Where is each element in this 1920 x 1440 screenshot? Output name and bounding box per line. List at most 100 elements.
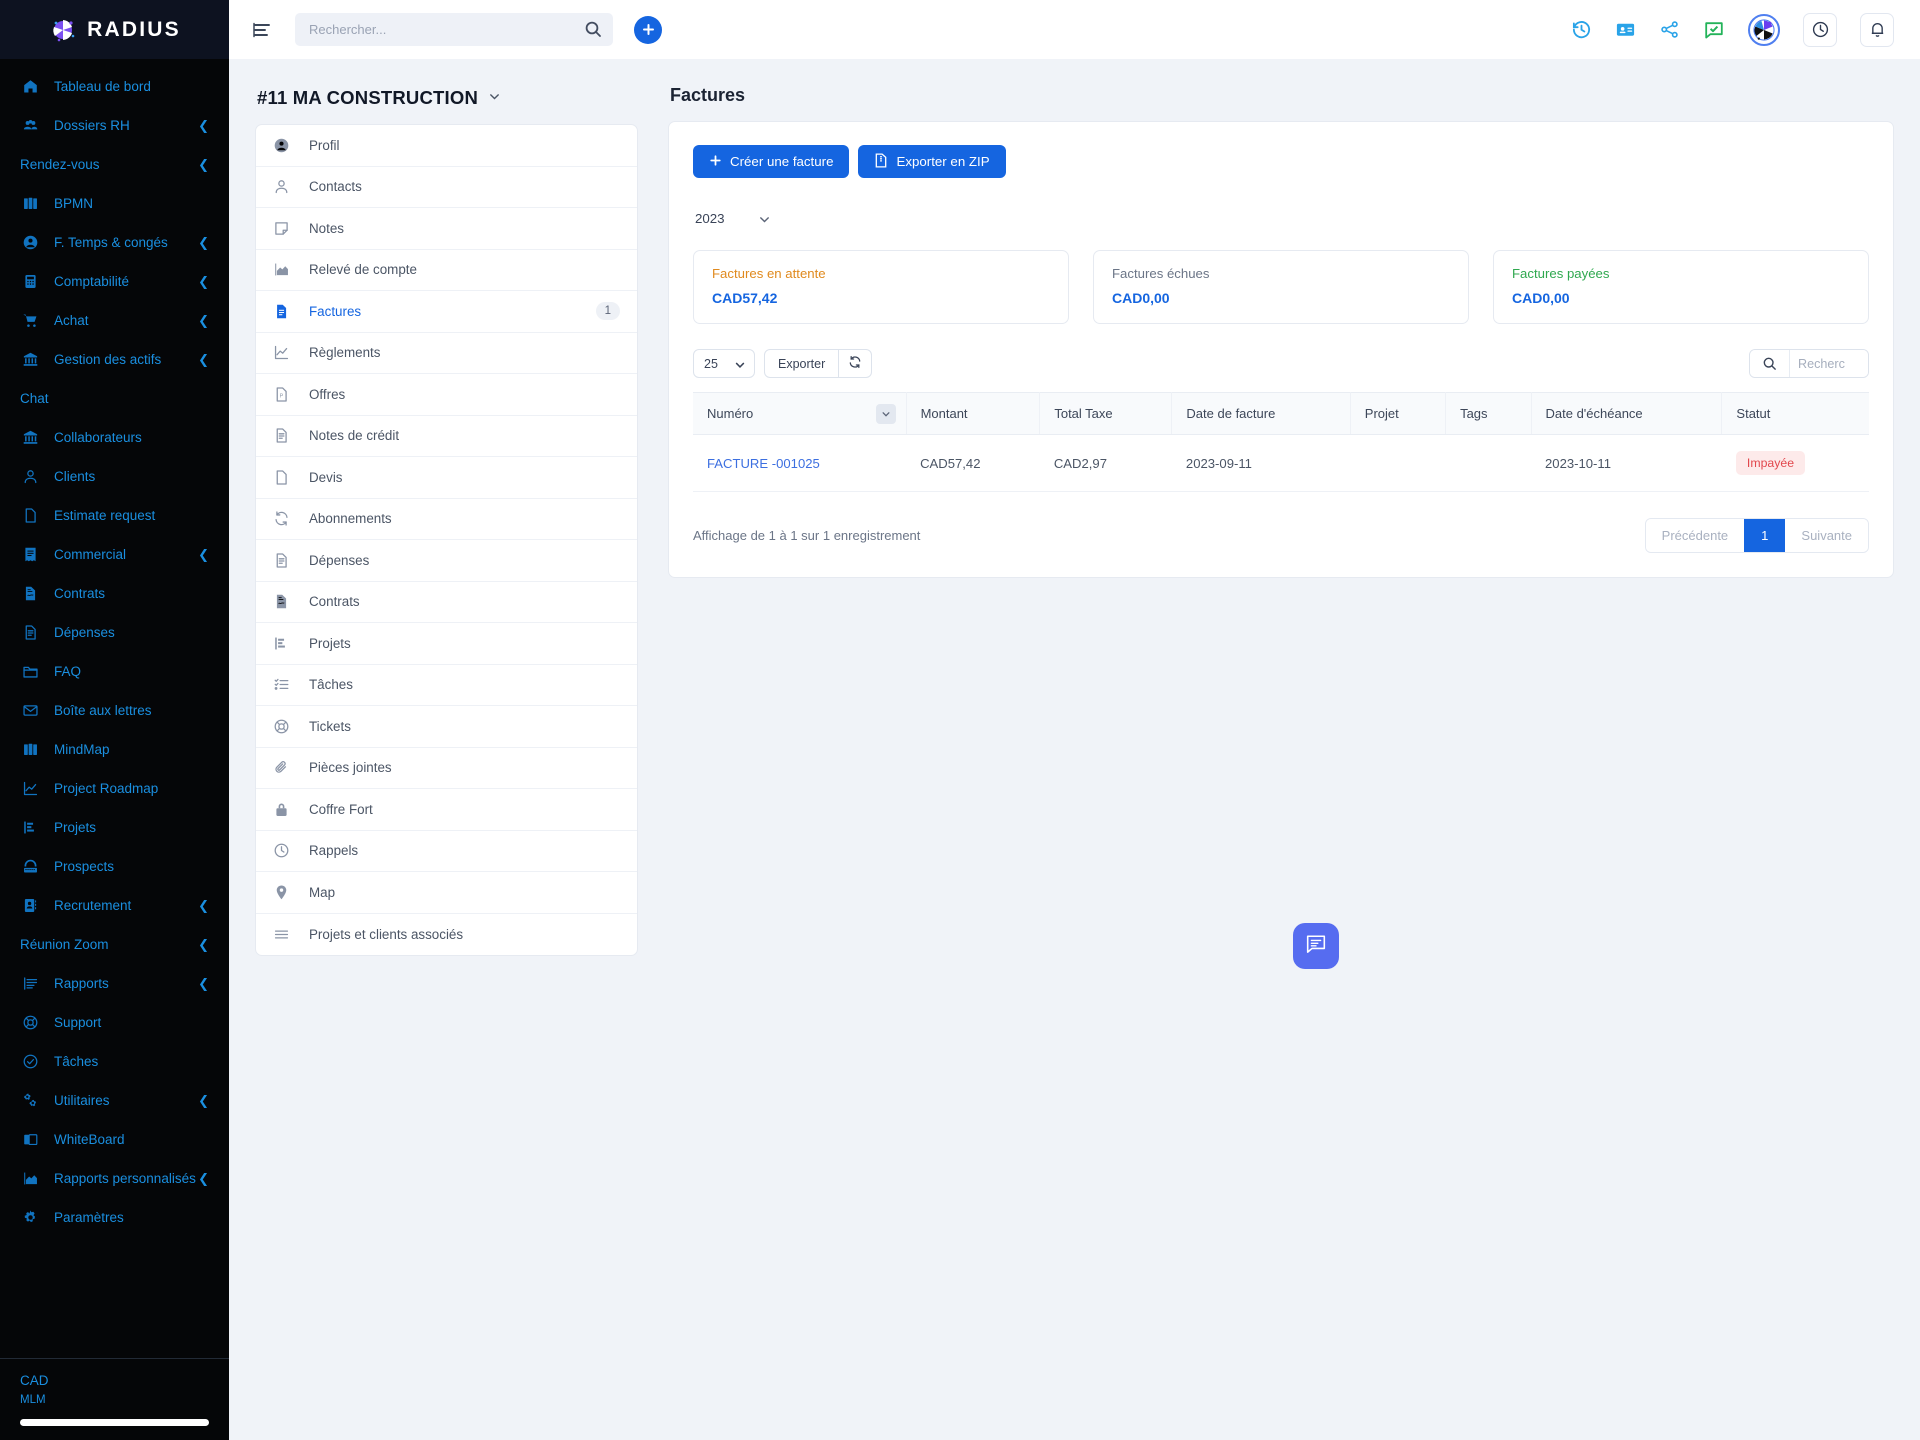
entity-menu-item-profil[interactable]: Profil [256, 125, 637, 167]
entity-menu-item-map[interactable]: Map [256, 872, 637, 914]
sidebar-item-bo-te-aux-lettres[interactable]: Boîte aux lettres [0, 691, 229, 730]
search-icon[interactable] [1750, 350, 1790, 377]
entity-menu-item-offres[interactable]: P Offres [256, 374, 637, 416]
chevron-left-icon[interactable]: ❮ [198, 547, 209, 563]
sidebar-item-recrutement[interactable]: Recrutement ❮ [0, 886, 229, 925]
column-header[interactable]: Tags [1445, 392, 1532, 435]
export-button[interactable]: Exporter [764, 349, 840, 378]
chevron-left-icon[interactable]: ❮ [198, 976, 209, 992]
column-header[interactable]: Date de facture [1171, 392, 1351, 435]
sort-toggle-icon[interactable] [875, 404, 896, 424]
sidebar-item-estimate-request[interactable]: Estimate request [0, 496, 229, 535]
entity-menu-item-tickets[interactable]: Tickets [256, 706, 637, 748]
sidebar-item-commercial[interactable]: Commercial ❮ [0, 535, 229, 574]
entity-menu-item-projets[interactable]: Projets [256, 623, 637, 665]
sidebar-item-gestion-des-actifs[interactable]: Gestion des actifs ❮ [0, 340, 229, 379]
sidebar-item-dossiers-rh[interactable]: Dossiers RH ❮ [0, 106, 229, 145]
sidebar-item-support[interactable]: Support [0, 1003, 229, 1042]
chevron-left-icon[interactable]: ❮ [198, 352, 209, 368]
create-invoice-button[interactable]: Créer une facture [693, 145, 850, 178]
sidebar-item-f-temps-cong-s[interactable]: F. Temps & congés ❮ [0, 223, 229, 262]
table-row[interactable]: FACTURE -001025 CAD57,42 CAD2,97 2023-09-11… [693, 434, 1869, 492]
sidebar-item-chat[interactable]: Chat [0, 379, 229, 418]
entity-menu-item-notes-de-cr-dit[interactable]: Notes de crédit [256, 416, 637, 457]
chat-fab-button[interactable] [1293, 923, 1339, 969]
sidebar-item-r-union-zoom[interactable]: Réunion Zoom ❮ [0, 925, 229, 964]
sidebar-item-faq[interactable]: FAQ [0, 652, 229, 691]
sidebar-item-comptabilit[interactable]: Comptabilité ❮ [0, 262, 229, 301]
entity-menu-item-contrats[interactable]: Contrats [256, 582, 637, 623]
page-length-select[interactable]: 25 [693, 349, 755, 378]
share-icon[interactable] [1659, 19, 1680, 40]
entity-menu-item-coffre-fort[interactable]: Coffre Fort [256, 789, 637, 831]
entity-menu-item-projets-et-clients-associ-s[interactable]: Projets et clients associés [256, 914, 637, 956]
column-header[interactable]: Projet [1350, 392, 1447, 435]
entity-menu-item-d-penses[interactable]: Dépenses [256, 540, 637, 582]
entity-menu-item-factures[interactable]: Factures 1 [256, 291, 637, 333]
chat-check-icon[interactable] [1703, 19, 1725, 41]
sidebar-item-utilitaires[interactable]: Utilitaires ❮ [0, 1081, 229, 1120]
chevron-left-icon[interactable]: ❮ [198, 898, 209, 914]
export-zip-button[interactable]: Exporter en ZIP [858, 145, 1006, 178]
sidebar-item-rapports-personnalis-s[interactable]: Rapports personnalisés ❮ [0, 1159, 229, 1198]
column-header[interactable]: Numéro [693, 392, 907, 435]
chevron-left-icon[interactable]: ❮ [198, 157, 209, 173]
entity-menu-item-t-ches[interactable]: Tâches [256, 665, 637, 706]
entity-menu-item-contacts[interactable]: Contacts [256, 167, 637, 208]
brand-header[interactable]: RADIUS [0, 0, 229, 59]
cell-text[interactable]: FACTURE -001025 [707, 456, 820, 471]
entity-menu-item-abonnements[interactable]: Abonnements [256, 499, 637, 540]
chevron-left-icon[interactable]: ❮ [198, 1171, 209, 1187]
sidebar-item-t-ches[interactable]: Tâches [0, 1042, 229, 1081]
cell-numero[interactable]: FACTURE -001025 [693, 434, 907, 492]
entity-menu-item-rappels[interactable]: Rappels [256, 831, 637, 872]
pagination-page-1[interactable]: 1 [1744, 519, 1786, 552]
sidebar-item-project-roadmap[interactable]: Project Roadmap [0, 769, 229, 808]
sidebar-item-param-tres[interactable]: Paramètres [0, 1198, 229, 1237]
chevron-left-icon[interactable]: ❮ [198, 1093, 209, 1109]
hamburger-icon[interactable] [251, 19, 273, 41]
pagination-next[interactable]: Suivante [1785, 519, 1868, 552]
sidebar-item-whiteboard[interactable]: WhiteBoard [0, 1120, 229, 1159]
chevron-left-icon[interactable]: ❮ [198, 274, 209, 290]
chevron-down-icon[interactable] [488, 90, 501, 106]
chevron-left-icon[interactable]: ❮ [198, 118, 209, 134]
sidebar-item-rapports[interactable]: Rapports ❮ [0, 964, 229, 1003]
entity-title[interactable]: #11 MA CONSTRUCTION [257, 87, 638, 109]
sidebar-item-rendez-vous[interactable]: Rendez-vous ❮ [0, 145, 229, 184]
table-search-input[interactable] [1790, 350, 1868, 377]
history-icon[interactable] [1571, 19, 1592, 40]
sidebar-scroll-indicator[interactable] [20, 1419, 209, 1426]
sidebar-item-tableau-de-bord[interactable]: Tableau de bord [0, 67, 229, 106]
chevron-left-icon[interactable]: ❮ [198, 313, 209, 329]
sidebar-item-prospects[interactable]: Prospects [0, 847, 229, 886]
pagination-previous[interactable]: Précédente [1645, 519, 1745, 552]
sidebar-item-contrats[interactable]: Contrats [0, 574, 229, 613]
chevron-left-icon[interactable]: ❮ [198, 937, 209, 953]
search-input[interactable] [295, 13, 613, 46]
sidebar-item-bpmn[interactable]: BPMN [0, 184, 229, 223]
entity-menu-item-pi-ces-jointes[interactable]: Pièces jointes [256, 748, 637, 789]
chevron-left-icon[interactable]: ❮ [198, 235, 209, 251]
entity-menu-item-notes[interactable]: Notes [256, 208, 637, 250]
entity-menu-item-r-glements[interactable]: Règlements [256, 333, 637, 374]
avatar[interactable] [1748, 13, 1780, 46]
column-header[interactable]: Statut [1721, 392, 1869, 435]
sidebar-item-d-penses[interactable]: Dépenses [0, 613, 229, 652]
add-button[interactable] [634, 15, 662, 44]
entity-menu-item-devis[interactable]: Devis [256, 457, 637, 499]
refresh-button[interactable] [839, 349, 873, 378]
search-icon[interactable] [584, 20, 602, 38]
sidebar-item-achat[interactable]: Achat ❮ [0, 301, 229, 340]
contact-card-icon[interactable] [1615, 19, 1636, 40]
column-header[interactable]: Date d'échéance [1531, 392, 1723, 435]
sidebar-item-mindmap[interactable]: MindMap [0, 730, 229, 769]
clock-icon[interactable] [1803, 12, 1837, 47]
column-header[interactable]: Total Taxe [1039, 392, 1173, 435]
year-select[interactable]: 2023 [693, 203, 769, 233]
entity-menu-item-relev-de-compte[interactable]: Relevé de compte [256, 250, 637, 291]
sidebar-item-clients[interactable]: Clients [0, 457, 229, 496]
sidebar-item-collaborateurs[interactable]: Collaborateurs [0, 418, 229, 457]
column-header[interactable]: Montant [906, 392, 1041, 435]
bell-icon[interactable] [1860, 12, 1894, 47]
